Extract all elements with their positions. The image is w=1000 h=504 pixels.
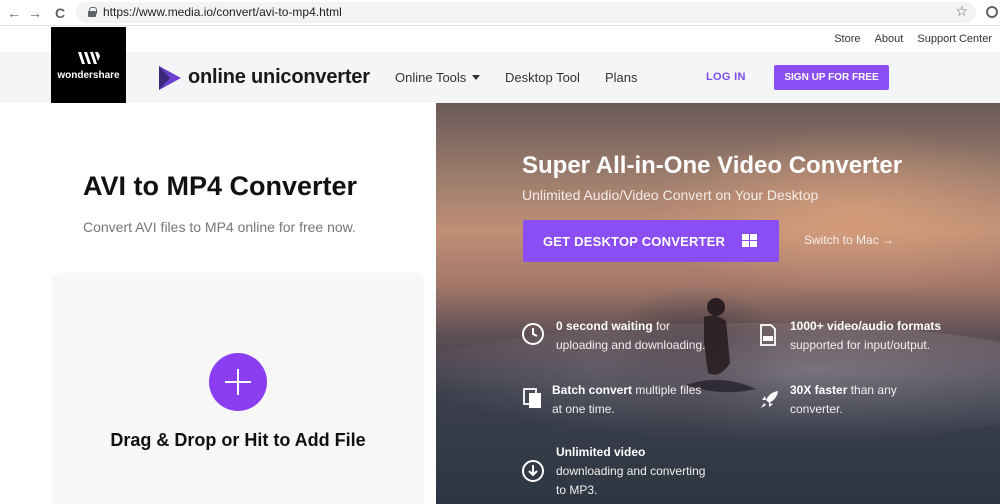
wondershare-logo[interactable]: wondershare [51,27,126,103]
clock-icon [522,323,544,345]
formats-icon [760,324,776,346]
top-links: Store About Support Center [823,33,992,45]
hero-title: Super All-in-One Video Converter [522,152,903,179]
brand-name[interactable]: online uniconverter [188,66,370,89]
feature-30x-faster: 30X faster than any converter. [790,383,897,416]
signup-button[interactable]: SIGN UP FOR FREE [774,65,889,90]
lock-icon [88,7,97,17]
page-title: AVI to MP4 Converter [83,171,358,201]
copy-icon [523,388,541,408]
switch-to-mac-link[interactable]: Switch to Mac → [804,233,894,247]
url-text: https://www.media.io/convert/avi-to-mp4.… [103,5,342,19]
login-link[interactable]: LOG IN [706,71,746,83]
get-desktop-converter-button[interactable]: GET DESKTOP CONVERTER [523,220,779,262]
page-subtitle: Convert AVI files to MP4 online for free… [83,219,356,235]
wondershare-mark-icon [78,52,100,64]
rocket-icon [761,391,778,408]
windows-icon [742,234,758,249]
feature-zero-waiting: 0 second waiting for uploading and downl… [556,319,706,352]
wondershare-label: wondershare [57,70,120,81]
hero-subtitle: Unlimited Audio/Video Convert on Your De… [522,187,819,203]
forward-icon[interactable]: → [25,3,45,23]
address-bar[interactable]: https://www.media.io/convert/avi-to-mp4.… [76,2,976,23]
back-icon[interactable]: ← [4,3,24,23]
online-tools-menu[interactable]: Online Tools [395,70,481,85]
get-desktop-converter-label: GET DESKTOP CONVERTER [543,234,726,249]
browser-toolbar: ← → C https://www.media.io/convert/avi-t… [0,0,1000,26]
plans-link[interactable]: Plans [605,70,638,85]
about-link[interactable]: About [875,33,904,45]
feature-formats: 1000+ video/audio formats supported for … [790,319,942,352]
file-drop-zone[interactable]: Drag & Drop or Hit to Add File [53,273,423,504]
converter-panel: AVI to MP4 Converter Convert AVI files t… [0,103,436,504]
online-tools-label: Online Tools [395,70,467,85]
profile-icon[interactable] [986,6,998,18]
bookmark-star-icon[interactable]: ☆ [955,3,968,20]
feature-batch-convert: Batch convert multiple files at one time… [552,383,702,416]
desktop-tool-link[interactable]: Desktop Tool [505,70,580,85]
drop-zone-label: Drag & Drop or Hit to Add File [110,430,366,450]
support-center-link[interactable]: Support Center [917,33,992,45]
uniconverter-logo-icon[interactable] [156,65,182,91]
desktop-promo-hero: Super All-in-One Video Converter Unlimit… [436,103,1000,504]
download-icon [522,460,544,482]
feature-unlimited-video: Unlimited video downloading and converti… [556,445,706,497]
store-link[interactable]: Store [834,33,860,45]
caret-down-icon [472,75,481,80]
add-file-button[interactable] [209,353,267,411]
reload-icon[interactable]: C [50,3,70,23]
